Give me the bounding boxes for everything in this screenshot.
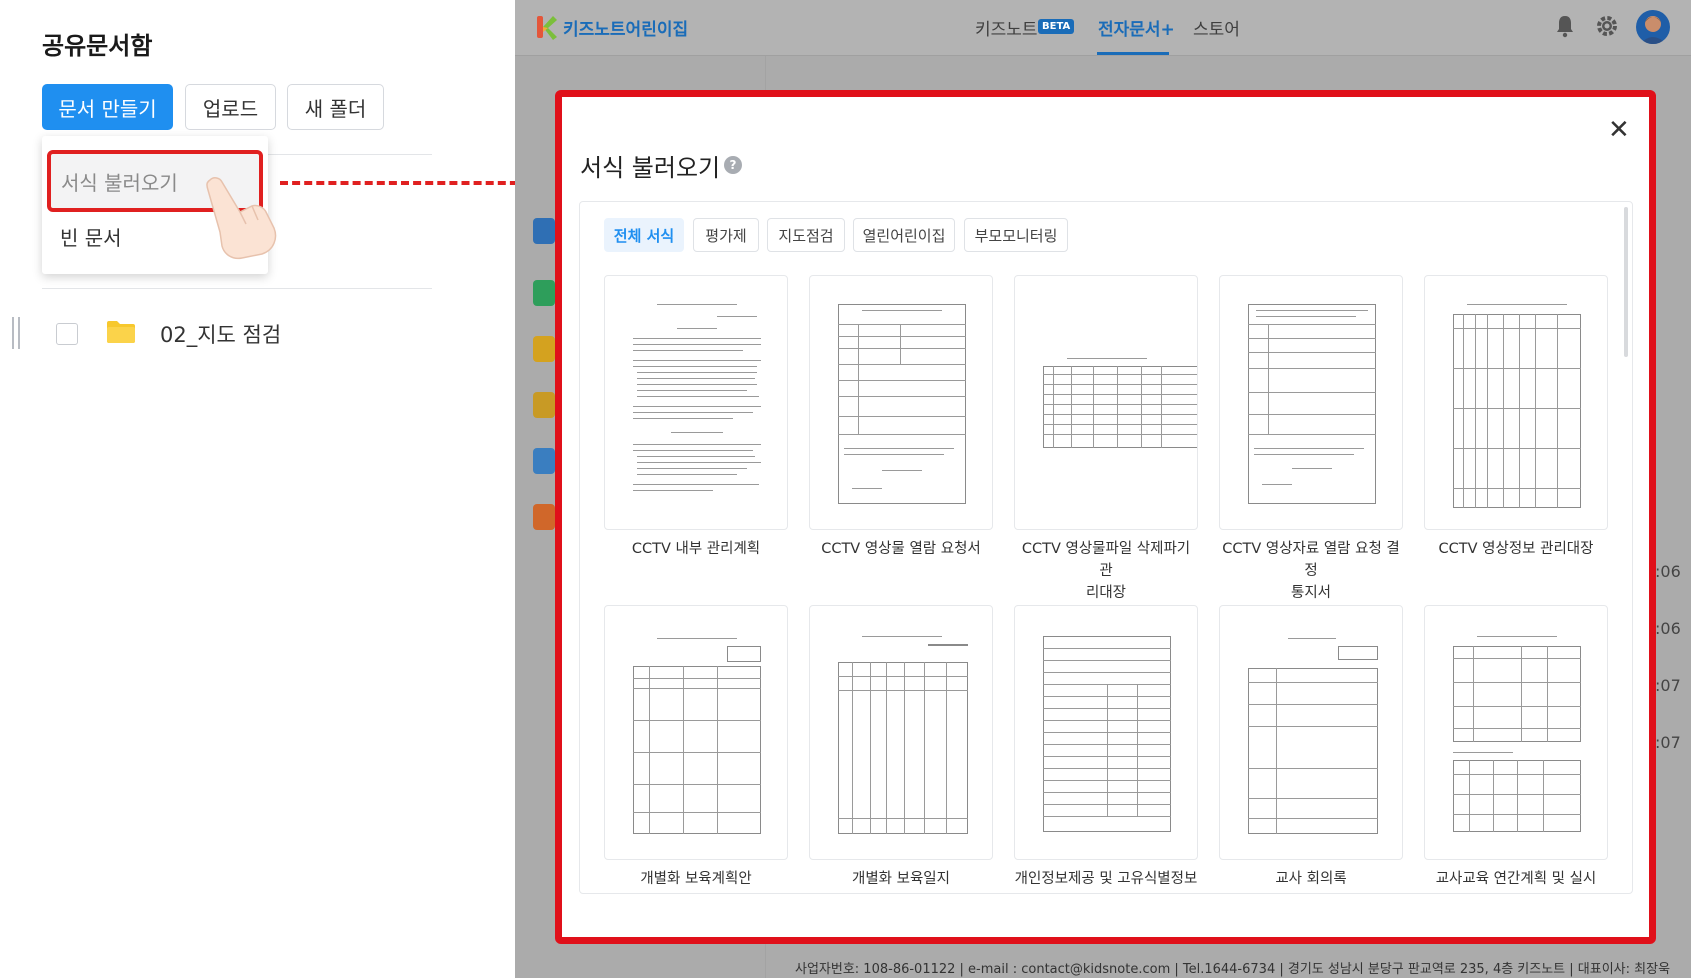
upload-button[interactable]: 업로드 bbox=[185, 84, 276, 130]
sidebar-calendar-icon[interactable] bbox=[533, 504, 555, 530]
tab-inspection[interactable]: 지도점검 bbox=[767, 218, 845, 252]
gear-icon[interactable] bbox=[1595, 14, 1619, 38]
template-card[interactable] bbox=[1424, 605, 1608, 860]
sidebar-docs-icon[interactable] bbox=[533, 218, 555, 244]
template-name-line: CCTV 영상물파일 삭제파기 관 bbox=[1021, 541, 1191, 579]
folder-icon bbox=[107, 321, 135, 343]
template-card[interactable] bbox=[1424, 275, 1608, 530]
template-name-line: 통지서 bbox=[1290, 585, 1332, 601]
annotation-arrow-line bbox=[280, 181, 530, 185]
beta-badge: BETA bbox=[1038, 19, 1075, 34]
folder-name[interactable]: 02_지도 점검 bbox=[160, 319, 281, 349]
template-card[interactable] bbox=[604, 275, 788, 530]
document-thumbnail bbox=[1037, 628, 1177, 840]
template-card[interactable] bbox=[809, 605, 993, 860]
template-card[interactable] bbox=[604, 605, 788, 860]
template-name: CCTV 영상물파일 삭제파기 관 리대장 bbox=[1014, 538, 1198, 604]
template-name-line: 리대장 bbox=[1085, 585, 1127, 601]
page-title: 공유문서함 bbox=[42, 32, 153, 60]
close-icon[interactable]: ✕ bbox=[1608, 117, 1630, 143]
template-name: CCTV 내부 관리계획 bbox=[631, 541, 761, 557]
sidebar-chart-icon[interactable] bbox=[533, 336, 555, 362]
template-name-line: CCTV 영상자료 열람 요청 결정 bbox=[1222, 541, 1400, 579]
tab-parent-monitoring[interactable]: 부모모니터링 bbox=[964, 218, 1068, 252]
create-document-button[interactable]: 문서 만들기 bbox=[42, 84, 173, 130]
modal-title: 서식 불러오기 bbox=[580, 154, 721, 182]
kidsnote-logo-icon bbox=[537, 16, 557, 40]
template-card[interactable] bbox=[1219, 605, 1403, 860]
bell-icon[interactable] bbox=[1555, 14, 1575, 38]
new-folder-button[interactable]: 새 폴더 bbox=[287, 84, 384, 130]
sidebar-search-icon[interactable] bbox=[533, 280, 555, 306]
divider bbox=[42, 288, 432, 289]
template-name: 개별화 보육계획안 bbox=[640, 871, 752, 887]
bg-time-text: :06 bbox=[1655, 562, 1681, 581]
template-card[interactable] bbox=[1219, 275, 1403, 530]
tab-open-daycare[interactable]: 열린어린이집 bbox=[853, 218, 955, 252]
menu-item-blank-document[interactable]: 빈 문서 bbox=[60, 222, 122, 251]
tab-evaluation[interactable]: 평가제 bbox=[693, 218, 759, 252]
document-thumbnail bbox=[1242, 298, 1382, 510]
document-thumbnail bbox=[627, 628, 767, 840]
bg-time-text: :07 bbox=[1655, 676, 1681, 695]
sidebar-people-icon[interactable] bbox=[533, 392, 555, 418]
bg-time-text: :07 bbox=[1655, 733, 1681, 752]
pointing-hand-icon bbox=[206, 177, 277, 260]
document-thumbnail bbox=[1447, 628, 1587, 840]
document-thumbnail bbox=[832, 628, 972, 840]
document-thumbnail bbox=[1447, 298, 1587, 510]
nav-edoc[interactable]: 전자문서+ bbox=[1098, 15, 1175, 40]
drag-handle[interactable] bbox=[12, 317, 20, 349]
document-thumbnail bbox=[832, 298, 972, 510]
template-card[interactable] bbox=[1014, 605, 1198, 860]
nav-kidsnote[interactable]: 키즈노트 bbox=[975, 15, 1038, 40]
template-name: CCTV 영상정보 관리대장 bbox=[1438, 541, 1594, 557]
folder-checkbox[interactable] bbox=[56, 323, 78, 345]
template-name: CCTV 영상자료 열람 요청 결정 통지서 bbox=[1219, 538, 1403, 604]
nav-store[interactable]: 스토어 bbox=[1193, 15, 1240, 40]
template-card[interactable] bbox=[809, 275, 993, 530]
template-name: 교사교육 연간계획 및 실시 bbox=[1435, 871, 1597, 887]
template-name: 개별화 보육일지 bbox=[852, 871, 950, 887]
template-name: CCTV 영상물 열람 요청서 bbox=[821, 541, 981, 557]
template-name: 개인정보제공 및 고유식별정보 bbox=[1014, 871, 1198, 887]
avatar[interactable] bbox=[1636, 10, 1670, 44]
bg-time-text: :06 bbox=[1655, 619, 1681, 638]
document-thumbnail bbox=[1037, 298, 1197, 510]
document-thumbnail bbox=[627, 298, 767, 510]
sidebar-contact-icon[interactable] bbox=[533, 448, 555, 474]
template-card[interactable] bbox=[1014, 275, 1198, 530]
document-thumbnail bbox=[1242, 628, 1382, 840]
scrollbar[interactable] bbox=[1624, 207, 1628, 357]
brand-name[interactable]: 키즈노트어린이집 bbox=[563, 15, 688, 40]
left-pane: 공유문서함 문서 만들기 업로드 새 폴더 서식 불러오기 빈 문서 02_지도… bbox=[0, 0, 515, 978]
help-icon[interactable]: ? bbox=[724, 156, 742, 174]
template-name: 교사 회의록 bbox=[1275, 871, 1347, 887]
footer-info: 사업자번호: 108-86-01122 | e-mail : contact@k… bbox=[795, 962, 1671, 977]
app-header: 키즈노트어린이집 키즈노트 BETA 전자문서+ 스토어 bbox=[515, 0, 1691, 56]
tab-all-templates[interactable]: 전체 서식 bbox=[604, 218, 684, 252]
nav-active-indicator bbox=[1097, 52, 1169, 55]
user-avatar-icon bbox=[1640, 16, 1666, 44]
